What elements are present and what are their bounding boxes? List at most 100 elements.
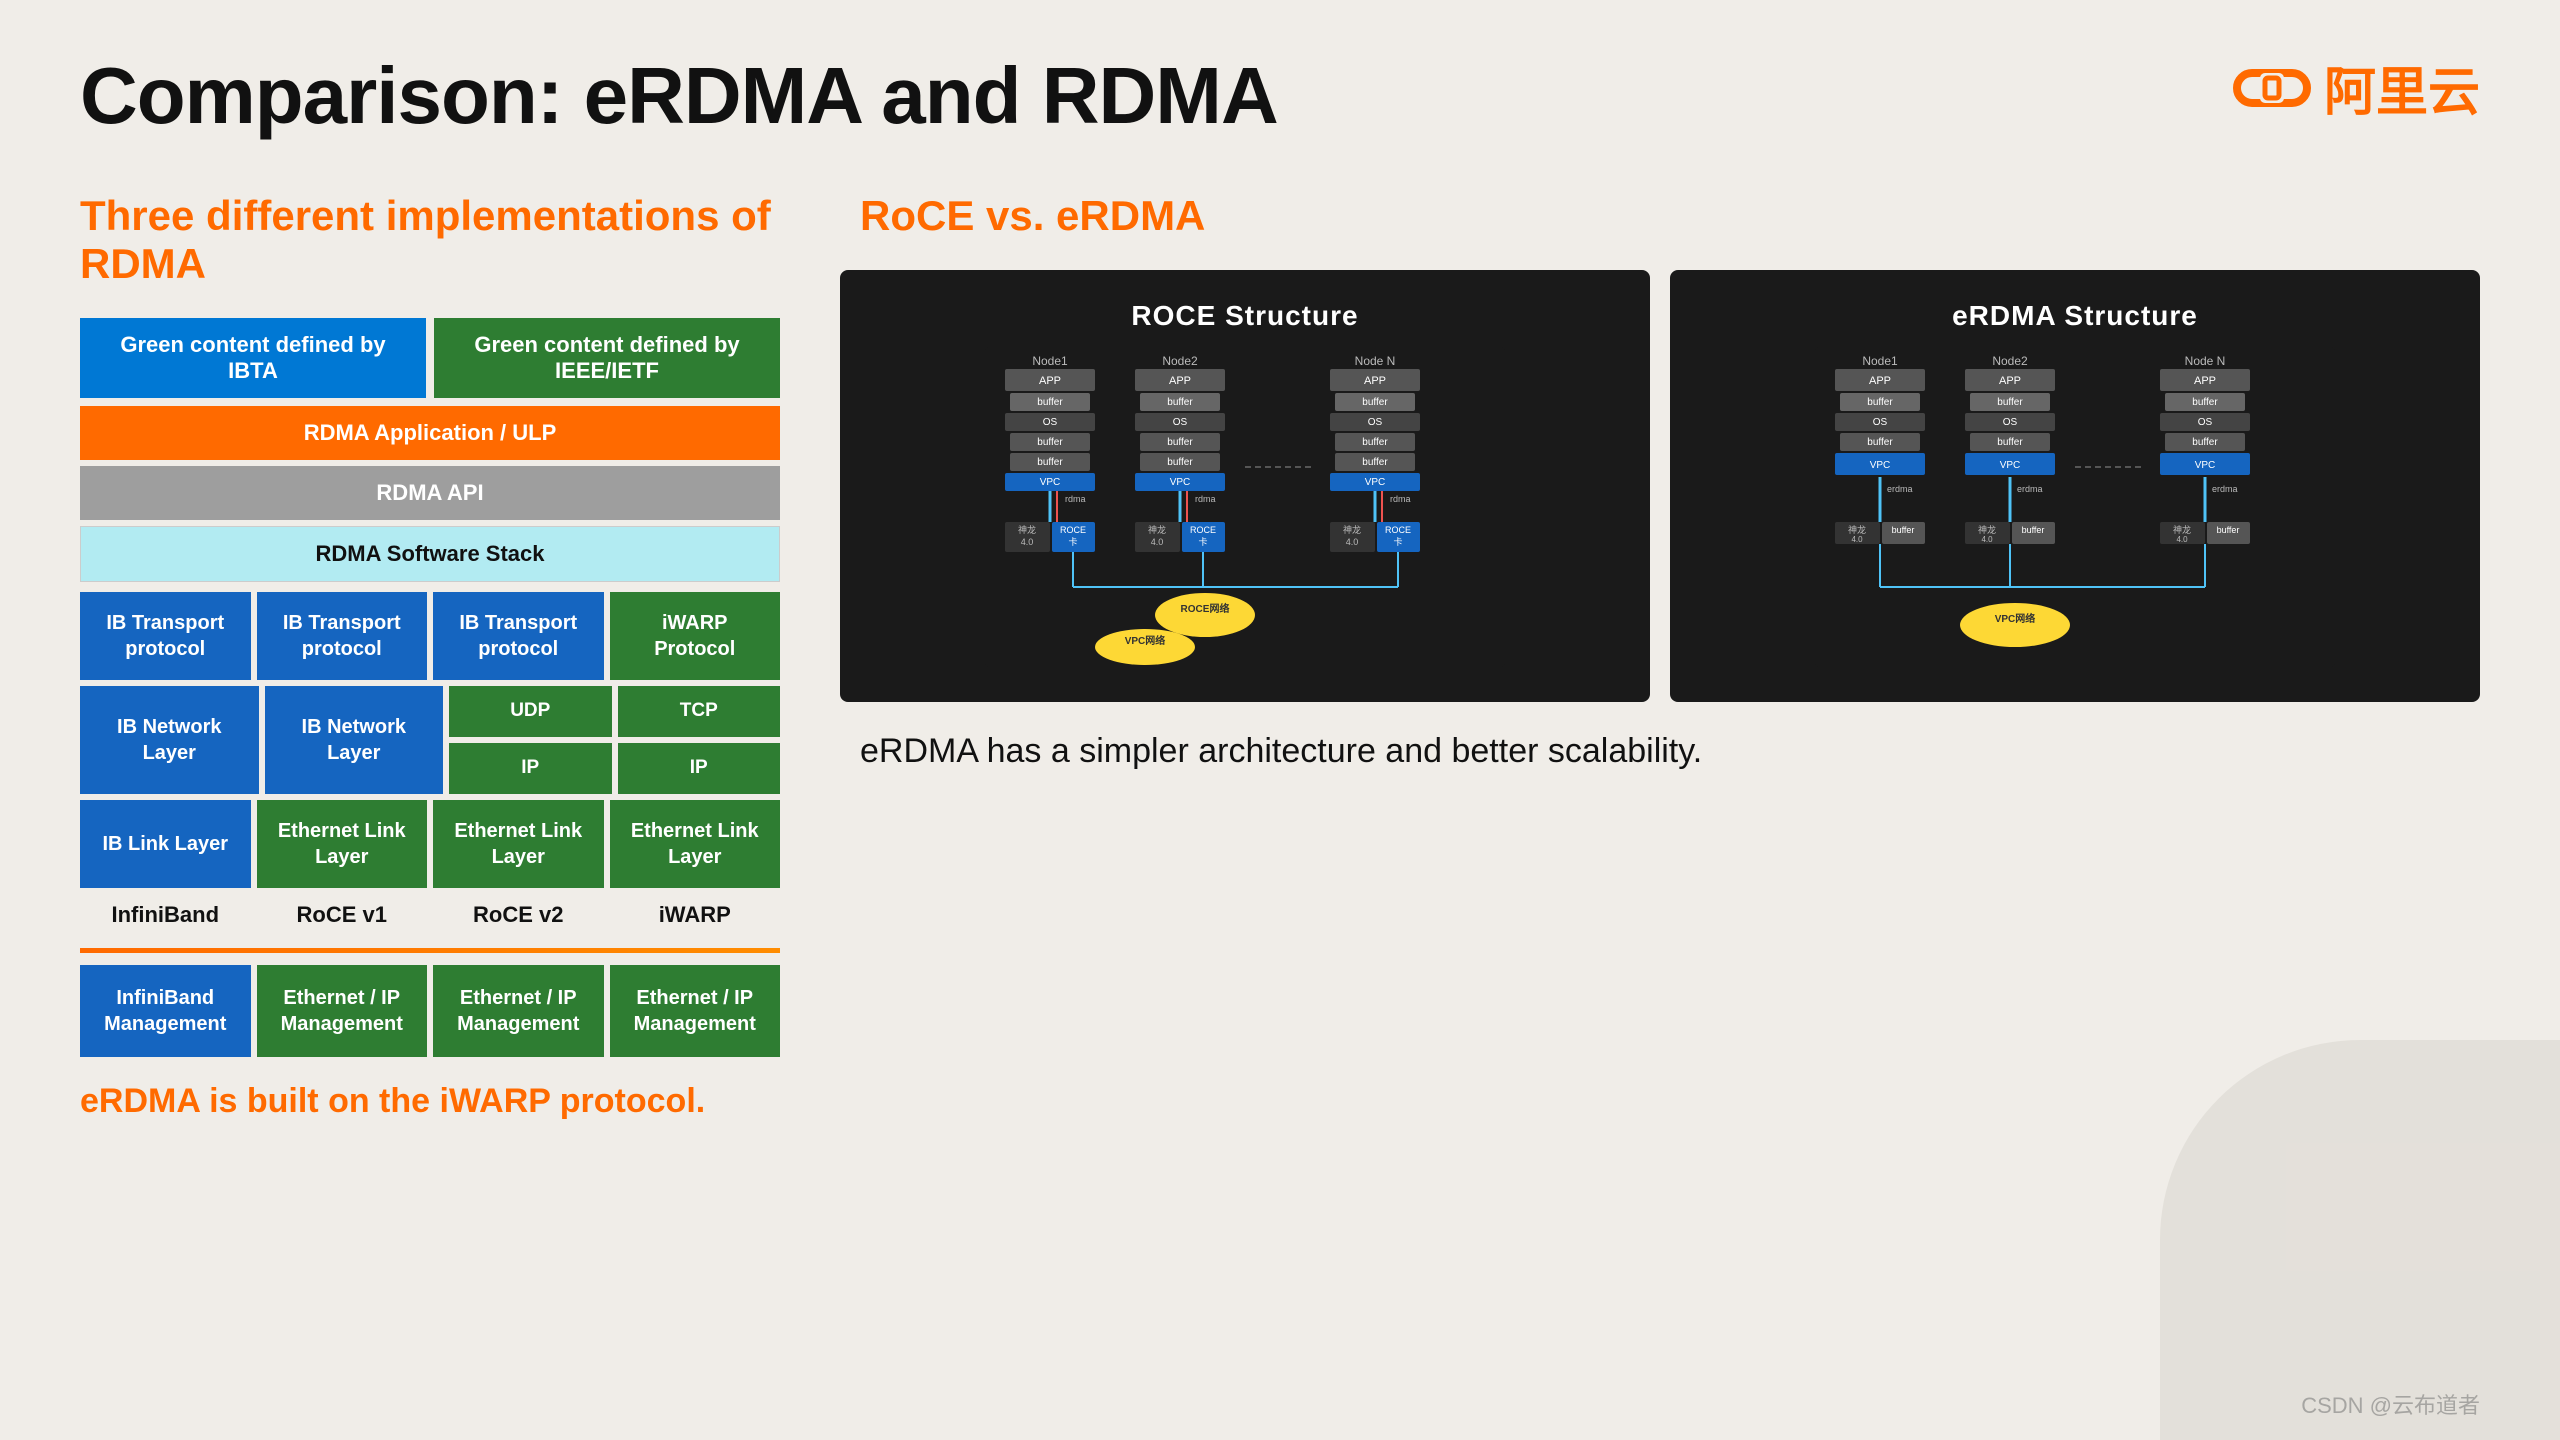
erdma-svg: Node1 Node2 Node N APP buffer OS bu: [1700, 347, 2450, 667]
col-iwarp: iWARP: [610, 894, 781, 936]
svg-text:buffer: buffer: [1037, 457, 1063, 468]
svg-text:Node1: Node1: [1032, 354, 1068, 368]
svg-text:ROCE: ROCE: [1190, 525, 1216, 535]
mgmt-ethernet-1: Ethernet / IPManagement: [257, 965, 428, 1057]
svg-text:神龙: 神龙: [1018, 524, 1036, 535]
mgmt-ethernet-3: Ethernet / IPManagement: [610, 965, 781, 1057]
svg-text:buffer: buffer: [1167, 437, 1193, 448]
alibaba-logo-icon: [2232, 58, 2312, 118]
legend-ibta: Green content defined by IBTA: [80, 318, 426, 398]
iwarp-protocol: iWARPProtocol: [610, 592, 781, 680]
svg-text:ROCE: ROCE: [1385, 525, 1411, 535]
content: Three different implementations of RDMA …: [80, 192, 2480, 1121]
application-cell: RDMA Application / ULP: [80, 406, 780, 460]
legend-row: Green content defined by IBTA Green cont…: [80, 318, 780, 398]
svg-text:神龙: 神龙: [1343, 524, 1361, 535]
erdma-diagram-title: eRDMA Structure: [1700, 300, 2450, 332]
svg-text:buffer: buffer: [2022, 525, 2045, 535]
left-bottom-label: eRDMA is built on the iWARP protocol.: [80, 1082, 780, 1121]
svg-text:VPC网络: VPC网络: [1995, 612, 2036, 625]
svg-text:神龙: 神龙: [1148, 524, 1166, 535]
svg-text:Node1: Node1: [1862, 354, 1898, 368]
ib-transport-2: IB Transportprotocol: [257, 592, 428, 680]
logo: 阿里云: [2232, 50, 2480, 125]
svg-text:卡: 卡: [1198, 536, 1207, 547]
ethernet-link-2: Ethernet Link Layer: [433, 800, 604, 888]
roce-svg: Node1 Node2 Node N APP buffer OS bu: [870, 347, 1620, 667]
roce-diagram: ROCE Structure Node1 Node2 Node N APP: [840, 270, 1650, 702]
svg-text:Node N: Node N: [2185, 354, 2226, 368]
divider: [80, 948, 780, 953]
udp-ip-stack: UDP IP: [449, 686, 612, 794]
diagrams-container: ROCE Structure Node1 Node2 Node N APP: [840, 270, 2480, 702]
svg-text:rdma: rdma: [1195, 494, 1216, 504]
svg-text:VPC: VPC: [1170, 477, 1191, 488]
svg-text:buffer: buffer: [1892, 525, 1915, 535]
svg-text:erdma: erdma: [2017, 484, 2043, 494]
svg-text:OS: OS: [1873, 417, 1888, 428]
svg-text:erdma: erdma: [1887, 484, 1913, 494]
svg-text:APP: APP: [1169, 375, 1191, 387]
svg-text:VPC: VPC: [1040, 477, 1061, 488]
svg-text:神龙: 神龙: [1978, 524, 1996, 535]
svg-text:卡: 卡: [1068, 536, 1077, 547]
svg-text:VPC: VPC: [2000, 460, 2021, 471]
svg-text:4.0: 4.0: [1151, 537, 1164, 547]
svg-text:buffer: buffer: [1037, 437, 1063, 448]
svg-text:神龙: 神龙: [1848, 524, 1866, 535]
software-stack-cell: RDMA Software Stack: [80, 526, 780, 582]
roce-diagram-title: ROCE Structure: [870, 300, 1620, 332]
svg-text:神龙: 神龙: [2173, 524, 2191, 535]
ib-transport-3: IB Transportprotocol: [433, 592, 604, 680]
right-section-title: RoCE vs. eRDMA: [840, 192, 2480, 240]
svg-text:buffer: buffer: [2192, 397, 2218, 408]
udp-cell: UDP: [449, 686, 612, 737]
svg-text:buffer: buffer: [1167, 457, 1193, 468]
ethernet-link-1: Ethernet Link Layer: [257, 800, 428, 888]
tcp-cell: TCP: [618, 686, 781, 737]
svg-text:4.0: 4.0: [1981, 535, 1993, 544]
right-bottom-text: eRDMA has a simpler architecture and bet…: [840, 732, 2480, 771]
svg-text:erdma: erdma: [2212, 484, 2238, 494]
svg-text:APP: APP: [1999, 375, 2021, 387]
ib-transport-1: IB Transportprotocol: [80, 592, 251, 680]
tcp-ip-stack: TCP IP: [618, 686, 781, 794]
svg-text:APP: APP: [1364, 375, 1386, 387]
svg-text:VPC: VPC: [2195, 460, 2216, 471]
mgmt-ethernet-2: Ethernet / IPManagement: [433, 965, 604, 1057]
svg-text:ROCE网络: ROCE网络: [1181, 602, 1230, 615]
svg-text:buffer: buffer: [1362, 397, 1388, 408]
svg-text:rdma: rdma: [1065, 494, 1086, 504]
row-application: RDMA Application / ULP: [80, 406, 780, 460]
legend-ieee: Green content defined by IEEE/IETF: [434, 318, 780, 398]
svg-text:buffer: buffer: [2217, 525, 2240, 535]
svg-text:Node2: Node2: [1992, 354, 2028, 368]
svg-text:Node N: Node N: [1355, 354, 1396, 368]
svg-text:buffer: buffer: [1037, 397, 1063, 408]
svg-text:APP: APP: [2194, 375, 2216, 387]
footer-text: CSDN @云布道者: [2301, 1393, 2480, 1418]
svg-text:buffer: buffer: [1167, 397, 1193, 408]
svg-text:APP: APP: [1039, 375, 1061, 387]
svg-text:4.0: 4.0: [1346, 537, 1359, 547]
svg-text:卡: 卡: [1393, 536, 1402, 547]
svg-text:OS: OS: [1043, 417, 1058, 428]
ib-link-layer: IB Link Layer: [80, 800, 251, 888]
svg-text:4.0: 4.0: [1021, 537, 1034, 547]
ip-cell-2: IP: [618, 743, 781, 794]
col-rocev1: RoCE v1: [257, 894, 428, 936]
svg-text:4.0: 4.0: [2176, 535, 2188, 544]
right-panel: RoCE vs. eRDMA ROCE Structure Node1 Node…: [840, 192, 2480, 1121]
erdma-diagram: eRDMA Structure Node1 Node2 Node N APP: [1670, 270, 2480, 702]
svg-text:OS: OS: [1173, 417, 1188, 428]
svg-text:ROCE: ROCE: [1060, 525, 1086, 535]
logo-text: 阿里云: [2324, 50, 2480, 125]
svg-text:buffer: buffer: [1362, 457, 1388, 468]
network-row: IB Network Layer IB Network Layer UDP IP…: [80, 686, 780, 794]
transport-row: IB Transportprotocol IB Transportprotoco…: [80, 592, 780, 680]
svg-text:VPC网络: VPC网络: [1125, 634, 1166, 647]
ip-cell-1: IP: [449, 743, 612, 794]
svg-text:buffer: buffer: [1997, 437, 2023, 448]
mgmt-infiniband: InfiniBandManagement: [80, 965, 251, 1057]
svg-text:buffer: buffer: [1867, 397, 1893, 408]
